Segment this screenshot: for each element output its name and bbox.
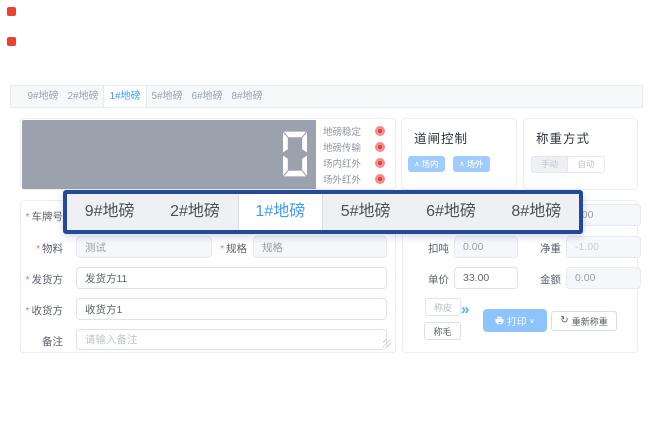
weight-display-screen: 0 [22, 120, 316, 189]
tab-1-dibang-active[interactable]: 1#地磅 [103, 86, 147, 107]
refresh-icon: ↻ [560, 316, 568, 326]
overlay-tab-6-dibang[interactable]: 6#地磅 [408, 194, 493, 230]
weigh-mode-title: 称重方式 [536, 128, 590, 147]
gate-control-title: 道闸控制 [414, 128, 468, 147]
weigh-gross-button[interactable]: 称毛 [424, 322, 461, 340]
gate-control-card: 道闸控制 ∧ 场内 ∧ 场外 [401, 118, 517, 190]
amount-input[interactable] [566, 267, 641, 289]
remark-textarea[interactable] [76, 329, 387, 350]
magnified-tab-overlay: 9#地磅 2#地磅 1#地磅 5#地磅 6#地磅 8#地磅 [63, 190, 583, 234]
printer-icon [495, 316, 504, 325]
material-input[interactable] [76, 236, 212, 258]
weigh-tare-button[interactable]: 称皮 [425, 298, 461, 316]
required-mark: * [220, 244, 224, 255]
status-label: 场内红外 [323, 156, 361, 170]
print-button[interactable]: 打印 ∨ [483, 309, 547, 332]
status-row: 场内红外 [323, 157, 385, 170]
tab-8-dibang[interactable]: 8#地磅 [227, 86, 267, 107]
required-mark: * [26, 275, 30, 286]
overlay-tab-9-dibang[interactable]: 9#地磅 [67, 194, 152, 230]
spec-label: *规格 [197, 241, 247, 256]
reweigh-button[interactable]: ↻ 重新称重 [551, 311, 617, 331]
receiver-label: *收货方 [21, 303, 63, 318]
gate-open-inside-button[interactable]: ∧ 场内 [408, 156, 445, 172]
weigh-mode-auto-option[interactable]: 自动 [568, 156, 605, 173]
tab-9-dibang[interactable]: 9#地磅 [23, 86, 63, 107]
reweigh-label: 重新称重 [572, 315, 608, 328]
plate-label: *车牌号 [21, 209, 63, 224]
overlay-tab-5-dibang[interactable]: 5#地磅 [323, 194, 408, 230]
status-red-dot-icon [375, 126, 385, 136]
net-weight-input[interactable] [566, 236, 641, 258]
overlay-tab-1-dibang-active[interactable]: 1#地磅 [238, 194, 323, 230]
required-mark: * [26, 212, 30, 223]
gate-out-label: 场外 [467, 158, 484, 170]
weigh-mode-manual-option[interactable]: 手动 [531, 156, 568, 173]
tab-5-dibang[interactable]: 5#地磅 [147, 86, 187, 107]
weight-display-card: 0 地磅稳定 地磅传输 场内红外 场外红外 [20, 118, 396, 190]
required-mark: * [26, 306, 30, 317]
status-red-dot-icon [375, 158, 385, 168]
chevron-up-icon: ∧ [414, 161, 419, 168]
status-indicator-list: 地磅稳定 地磅传输 场内红外 场外红外 [323, 124, 385, 186]
unit-price-input[interactable] [454, 267, 518, 289]
weigh-mode-card: 称重方式 手动 自动 [523, 118, 638, 190]
gate-in-label: 场内 [422, 158, 439, 170]
weighbridge-tab-bar: 9#地磅 2#地磅 1#地磅 5#地磅 6#地磅 8#地磅 [10, 85, 643, 108]
seven-segment-zero-icon [280, 130, 310, 178]
status-row: 地磅稳定 [323, 124, 385, 137]
status-row: 场外红外 [323, 173, 385, 186]
chevron-down-icon: ∨ [529, 317, 534, 325]
status-label: 场外红外 [323, 172, 361, 186]
material-label: *物料 [21, 241, 63, 256]
red-square-marker-icon [7, 37, 16, 46]
sender-label: *发货方 [21, 272, 63, 287]
double-chevron-right-icon: » [461, 301, 469, 318]
textarea-resize-handle-icon[interactable] [383, 339, 391, 347]
red-square-marker-icon [7, 7, 16, 16]
weigh-mode-segmented-control: 手动 自动 [531, 156, 605, 173]
remark-label: 备注 [21, 334, 63, 349]
print-label: 打印 [507, 314, 526, 328]
status-red-dot-icon [375, 174, 385, 184]
status-label: 地磅传输 [323, 140, 361, 154]
overlay-tab-2-dibang[interactable]: 2#地磅 [152, 194, 237, 230]
gate-open-outside-button[interactable]: ∧ 场外 [453, 156, 490, 172]
tab-2-dibang[interactable]: 2#地磅 [63, 86, 103, 107]
deduction-input[interactable] [454, 236, 518, 258]
spec-input[interactable] [253, 236, 387, 258]
net-weight-label: 净重 [521, 241, 561, 256]
overlay-tab-8-dibang[interactable]: 8#地磅 [494, 194, 579, 230]
deduction-label: 扣吨 [409, 241, 449, 256]
sender-input[interactable] [76, 267, 387, 289]
status-label: 地磅稳定 [323, 124, 361, 138]
tab-6-dibang[interactable]: 6#地磅 [187, 86, 227, 107]
unit-price-label: 单价 [409, 272, 449, 287]
required-mark: * [36, 244, 40, 255]
chevron-up-icon: ∧ [459, 161, 464, 168]
status-red-dot-icon [375, 142, 385, 152]
receiver-input[interactable] [76, 298, 387, 320]
status-row: 地磅传输 [323, 140, 385, 153]
amount-label: 金额 [521, 272, 561, 287]
